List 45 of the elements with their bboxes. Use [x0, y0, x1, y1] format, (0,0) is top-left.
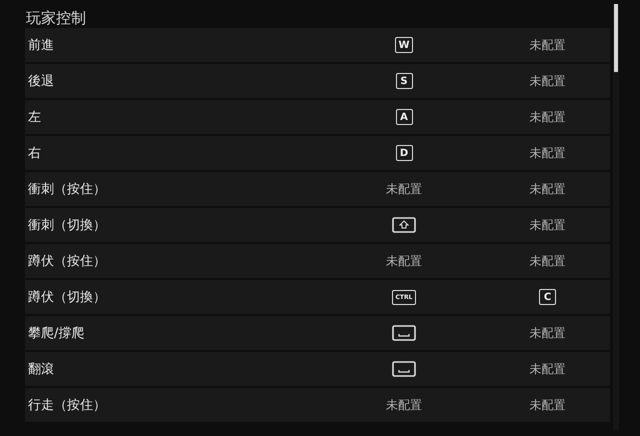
- keybind-row[interactable]: 前進 W 未配置: [25, 28, 610, 62]
- action-label: 翻滾: [27, 361, 55, 378]
- unassigned-binding[interactable]: 未配置: [530, 324, 566, 342]
- unassigned-binding[interactable]: 未配置: [530, 108, 566, 126]
- shift-key-icon[interactable]: [392, 217, 416, 233]
- keybind-row[interactable]: 翻滾 未配置: [25, 352, 610, 386]
- scroll-thumb[interactable]: [614, 4, 618, 72]
- key-cap[interactable]: D: [396, 145, 412, 161]
- action-label: 攀爬/撐爬: [27, 325, 86, 342]
- key-cap[interactable]: W: [395, 37, 413, 53]
- keybind-row[interactable]: 衝刺（切換） 未配置: [25, 208, 610, 242]
- unassigned-binding[interactable]: 未配置: [530, 360, 566, 378]
- action-label: 後退: [27, 73, 55, 90]
- key-cap[interactable]: S: [396, 73, 412, 89]
- keybind-row[interactable]: 後退 S 未配置: [25, 64, 610, 98]
- unassigned-binding[interactable]: 未配置: [386, 252, 422, 270]
- unassigned-binding[interactable]: 未配置: [530, 216, 566, 234]
- action-label: 衝刺（按住）: [27, 181, 107, 198]
- keybind-row[interactable]: 行走（按住） 未配置 未配置: [25, 388, 610, 422]
- keybind-row[interactable]: 左 A 未配置: [25, 100, 610, 134]
- unassigned-binding[interactable]: 未配置: [530, 396, 566, 414]
- space-key-icon[interactable]: [392, 325, 416, 341]
- space-key-icon[interactable]: [392, 361, 416, 377]
- unassigned-binding[interactable]: 未配置: [530, 180, 566, 198]
- key-cap[interactable]: A: [396, 109, 412, 125]
- unassigned-binding[interactable]: 未配置: [386, 396, 422, 414]
- keybind-row[interactable]: 右 D 未配置: [25, 136, 610, 170]
- action-label: 前進: [27, 37, 55, 54]
- key-cap[interactable]: C: [539, 289, 556, 305]
- scrollbar[interactable]: [613, 4, 619, 430]
- unassigned-binding[interactable]: 未配置: [530, 144, 566, 162]
- action-label: 行走（按住）: [27, 397, 107, 414]
- unassigned-binding[interactable]: 未配置: [530, 252, 566, 270]
- keybind-row[interactable]: 衝刺（按住） 未配置 未配置: [25, 172, 610, 206]
- keybind-row[interactable]: 蹲伏（按住） 未配置 未配置: [25, 244, 610, 278]
- keybind-row[interactable]: 攀爬/撐爬 未配置: [25, 316, 610, 350]
- unassigned-binding[interactable]: 未配置: [386, 180, 422, 198]
- section-title: 玩家控制: [25, 8, 87, 27]
- unassigned-binding[interactable]: 未配置: [530, 36, 566, 54]
- action-label: 衝刺（切換）: [27, 217, 107, 234]
- action-label: 蹲伏（按住）: [27, 253, 107, 270]
- action-label: 左: [27, 109, 42, 126]
- action-label: 蹲伏（切換）: [27, 289, 107, 306]
- unassigned-binding[interactable]: 未配置: [530, 72, 566, 90]
- action-label: 右: [27, 145, 42, 162]
